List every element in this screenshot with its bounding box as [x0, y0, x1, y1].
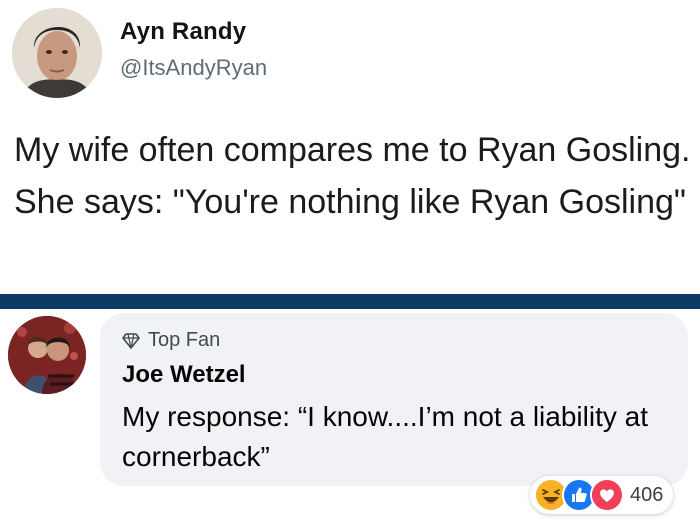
love-reaction-icon	[590, 478, 624, 512]
reaction-count: 406	[630, 483, 664, 506]
comment-bubble: Top Fan Joe Wetzel My response: “I know.…	[100, 313, 688, 486]
tweet-handle[interactable]: @ItsAndyRyan	[120, 55, 267, 81]
section-divider	[0, 294, 700, 309]
top-fan-label: Top Fan	[148, 329, 221, 351]
profile-photo-icon	[12, 8, 102, 98]
tweet-card: Ayn Randy @ItsAndyRyan My wife often com…	[0, 0, 700, 294]
diamond-icon	[122, 332, 140, 349]
profile-photo-icon	[8, 316, 86, 394]
comment-card: Top Fan Joe Wetzel My response: “I know.…	[0, 309, 700, 529]
top-fan-badge: Top Fan	[122, 329, 220, 352]
comment-text: My response: “I know....I’m not a liabil…	[122, 401, 648, 472]
tweet-text: My wife often compares me to Ryan Goslin…	[14, 131, 691, 221]
reactions-summary[interactable]: 406	[530, 476, 674, 514]
tweet-avatar[interactable]	[12, 8, 102, 98]
commenter-avatar[interactable]	[8, 316, 86, 394]
commenter-name[interactable]: Joe Wetzel	[122, 361, 246, 389]
tweet-display-name[interactable]: Ayn Randy	[120, 18, 246, 46]
